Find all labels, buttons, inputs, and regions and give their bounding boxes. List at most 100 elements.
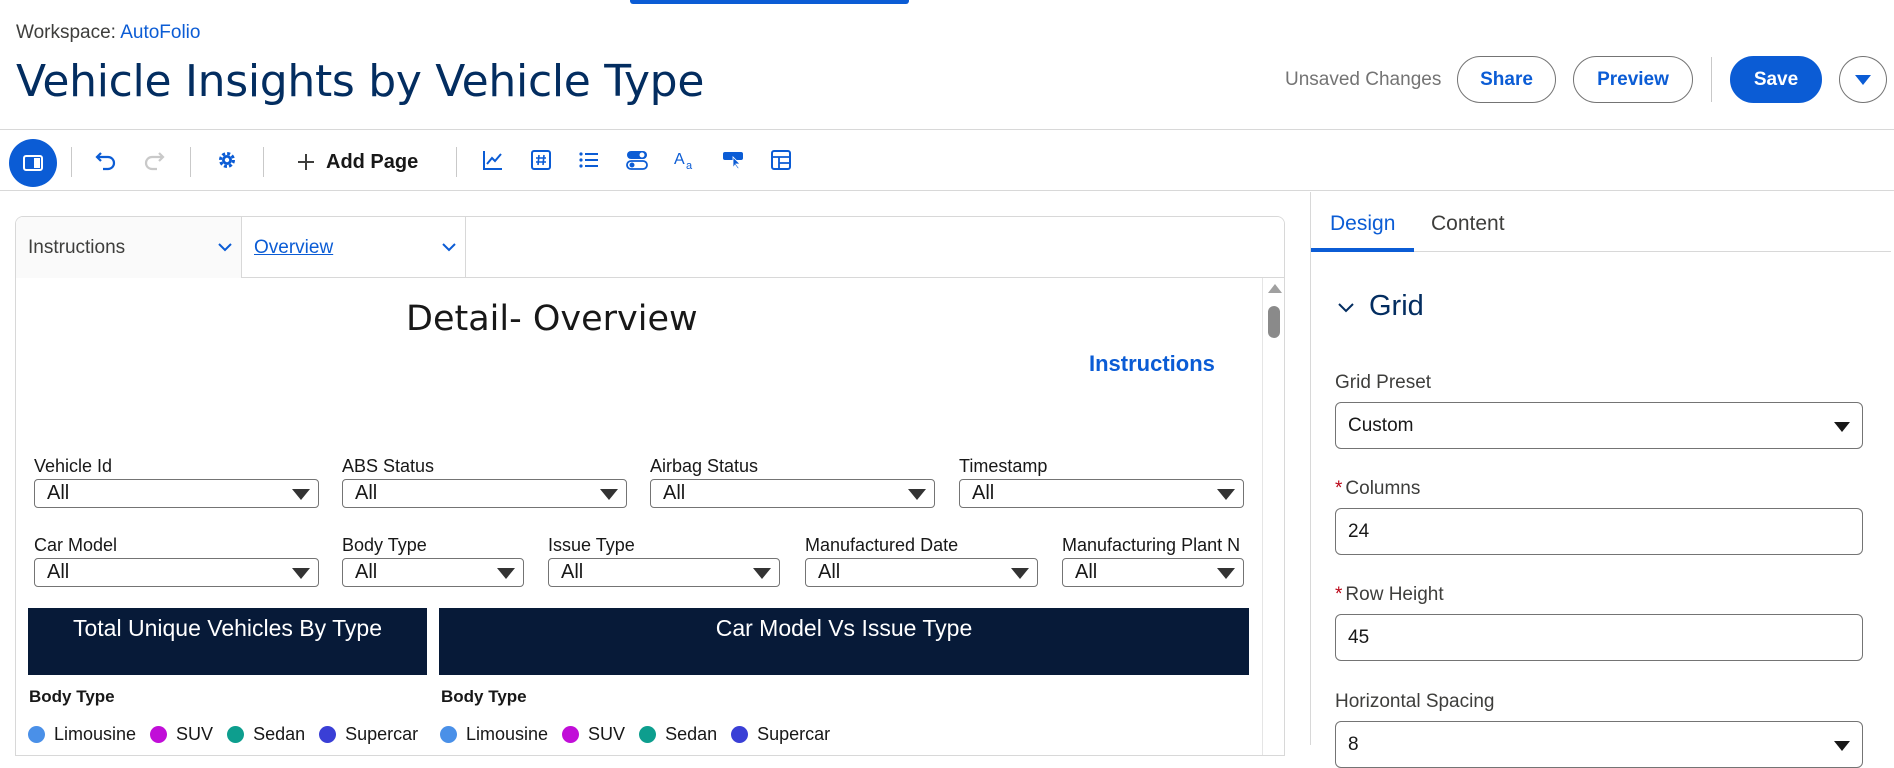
tab-instructions[interactable]: Instructions xyxy=(16,217,242,278)
plus-icon xyxy=(298,154,314,170)
share-button[interactable]: Share xyxy=(1457,56,1556,103)
filter-label: Car Model xyxy=(34,535,118,555)
legend-label: SUV xyxy=(176,724,214,744)
filter-abs-status[interactable]: ABS Status All xyxy=(342,456,627,508)
legend-item[interactable]: SUV xyxy=(562,724,625,745)
legend-item[interactable]: Limousine xyxy=(440,724,548,745)
row-height-field: * Row Height 45 xyxy=(1335,584,1863,661)
preview-button[interactable]: Preview xyxy=(1573,56,1693,103)
filter-select[interactable]: All xyxy=(34,479,319,508)
grid-preset-select[interactable]: Custom xyxy=(1335,402,1863,449)
detail-title: Detail- Overview xyxy=(406,299,698,339)
undo-button[interactable] xyxy=(88,142,124,178)
undo-icon xyxy=(95,152,116,171)
filter-select[interactable]: All xyxy=(1062,558,1244,587)
legend-label: Supercar xyxy=(757,724,831,744)
chevron-down-icon[interactable] xyxy=(439,237,459,257)
page-title: Vehicle Insights by Vehicle Type xyxy=(16,56,705,107)
active-tab-indicator xyxy=(1311,248,1414,252)
chart-header-car-model-issue: Car Model Vs Issue Type xyxy=(439,608,1249,675)
instructions-link[interactable]: Instructions xyxy=(1089,351,1215,377)
legend-label: Limousine xyxy=(466,724,549,744)
save-button[interactable]: Save xyxy=(1730,56,1822,103)
legend-dot xyxy=(731,726,749,743)
workspace-breadcrumb: Workspace: AutoFolio xyxy=(16,22,200,44)
dropdown-arrow-icon xyxy=(1217,568,1235,579)
more-actions-button[interactable] xyxy=(1839,56,1887,103)
legend-item[interactable]: Sedan xyxy=(227,724,305,745)
canvas-scrollbar[interactable] xyxy=(1262,278,1284,755)
filter-body-type[interactable]: Body Type All xyxy=(342,535,524,587)
legend-item[interactable]: Sedan xyxy=(639,724,717,745)
add-number-button[interactable] xyxy=(523,142,559,178)
svg-text:a: a xyxy=(686,160,693,171)
legend-dot xyxy=(562,726,580,743)
legend-item[interactable]: Limousine xyxy=(28,724,136,745)
legend-item[interactable]: Supercar xyxy=(731,724,830,745)
filter-manufactured-date[interactable]: Manufactured Date All xyxy=(805,535,1038,587)
filter-value: All xyxy=(561,561,584,583)
panel-toggle-button[interactable] xyxy=(9,139,57,187)
filter-select[interactable]: All xyxy=(342,479,627,508)
field-label: Horizontal Spacing xyxy=(1335,691,1495,712)
required-asterisk: * xyxy=(1335,584,1343,605)
add-text-button[interactable]: Aa xyxy=(667,142,703,178)
workspace-link[interactable]: AutoFolio xyxy=(120,22,200,43)
filter-vehicle-id[interactable]: Vehicle Id All xyxy=(34,456,319,508)
filter-select[interactable]: All xyxy=(805,558,1038,587)
columns-input[interactable]: 24 xyxy=(1335,508,1863,555)
filter-select[interactable]: All xyxy=(548,558,780,587)
legend-label: Sedan xyxy=(253,724,306,744)
filter-select[interactable]: All xyxy=(959,479,1244,508)
scroll-up-icon[interactable] xyxy=(1268,284,1282,293)
dropdown-arrow-icon xyxy=(1217,489,1235,500)
add-page-label: Add Page xyxy=(326,150,419,173)
filter-value: All xyxy=(355,482,378,504)
legend: Limousine SUV Sedan Supercar xyxy=(28,724,432,745)
filter-timestamp[interactable]: Timestamp All xyxy=(959,456,1244,508)
toolbar: Add Page Aa xyxy=(0,131,1894,191)
dashboard-canvas: Instructions Overview Detail- Overview I… xyxy=(15,216,1285,756)
filter-value: All xyxy=(972,482,995,504)
divider xyxy=(456,147,457,177)
dropdown-arrow-icon xyxy=(753,568,771,579)
legend-dot xyxy=(319,726,337,743)
filter-select[interactable]: All xyxy=(650,479,935,508)
filter-select[interactable]: All xyxy=(34,558,319,587)
add-link-button[interactable] xyxy=(715,142,751,178)
filter-airbag-status[interactable]: Airbag Status All xyxy=(650,456,935,508)
dropdown-arrow-icon xyxy=(908,489,926,500)
filter-issue-type[interactable]: Issue Type All xyxy=(548,535,780,587)
field-value: 24 xyxy=(1348,520,1370,542)
legend-label: Supercar xyxy=(345,724,419,744)
filter-value: All xyxy=(47,561,70,583)
redo-button[interactable] xyxy=(136,142,172,178)
add-table-button[interactable] xyxy=(763,142,799,178)
filter-car-model[interactable]: Car Model All xyxy=(34,535,319,587)
tab-content[interactable]: Content xyxy=(1431,212,1505,236)
grid-section-header[interactable]: Grid xyxy=(1335,290,1424,323)
add-chart-button[interactable] xyxy=(475,142,511,178)
add-list-button[interactable] xyxy=(571,142,607,178)
row-height-input[interactable]: 45 xyxy=(1335,614,1863,661)
legend-dot xyxy=(150,726,168,743)
add-toggle-button[interactable] xyxy=(619,142,655,178)
add-page-button[interactable]: Add Page xyxy=(296,144,418,180)
settings-button[interactable] xyxy=(209,142,245,178)
dropdown-arrow-icon xyxy=(600,489,618,500)
legend-dot xyxy=(227,726,245,743)
svg-text:A: A xyxy=(674,151,685,168)
tab-overview[interactable]: Overview xyxy=(242,217,466,278)
chevron-down-icon[interactable] xyxy=(215,237,235,257)
legend-item[interactable]: SUV xyxy=(150,724,213,745)
legend-item[interactable]: Supercar xyxy=(319,724,418,745)
filter-manufacturing-plant[interactable]: Manufacturing Plant N All xyxy=(1062,535,1244,587)
filter-select[interactable]: All xyxy=(342,558,524,587)
filter-label: Manufactured Date xyxy=(805,535,959,555)
tab-design[interactable]: Design xyxy=(1330,212,1395,236)
app-header: Workspace: AutoFolio Vehicle Insights by… xyxy=(0,0,1894,130)
tab-label: Instructions xyxy=(28,236,126,258)
section-title: Grid xyxy=(1369,290,1424,322)
scroll-thumb[interactable] xyxy=(1268,306,1280,338)
required-asterisk: * xyxy=(1335,478,1343,499)
